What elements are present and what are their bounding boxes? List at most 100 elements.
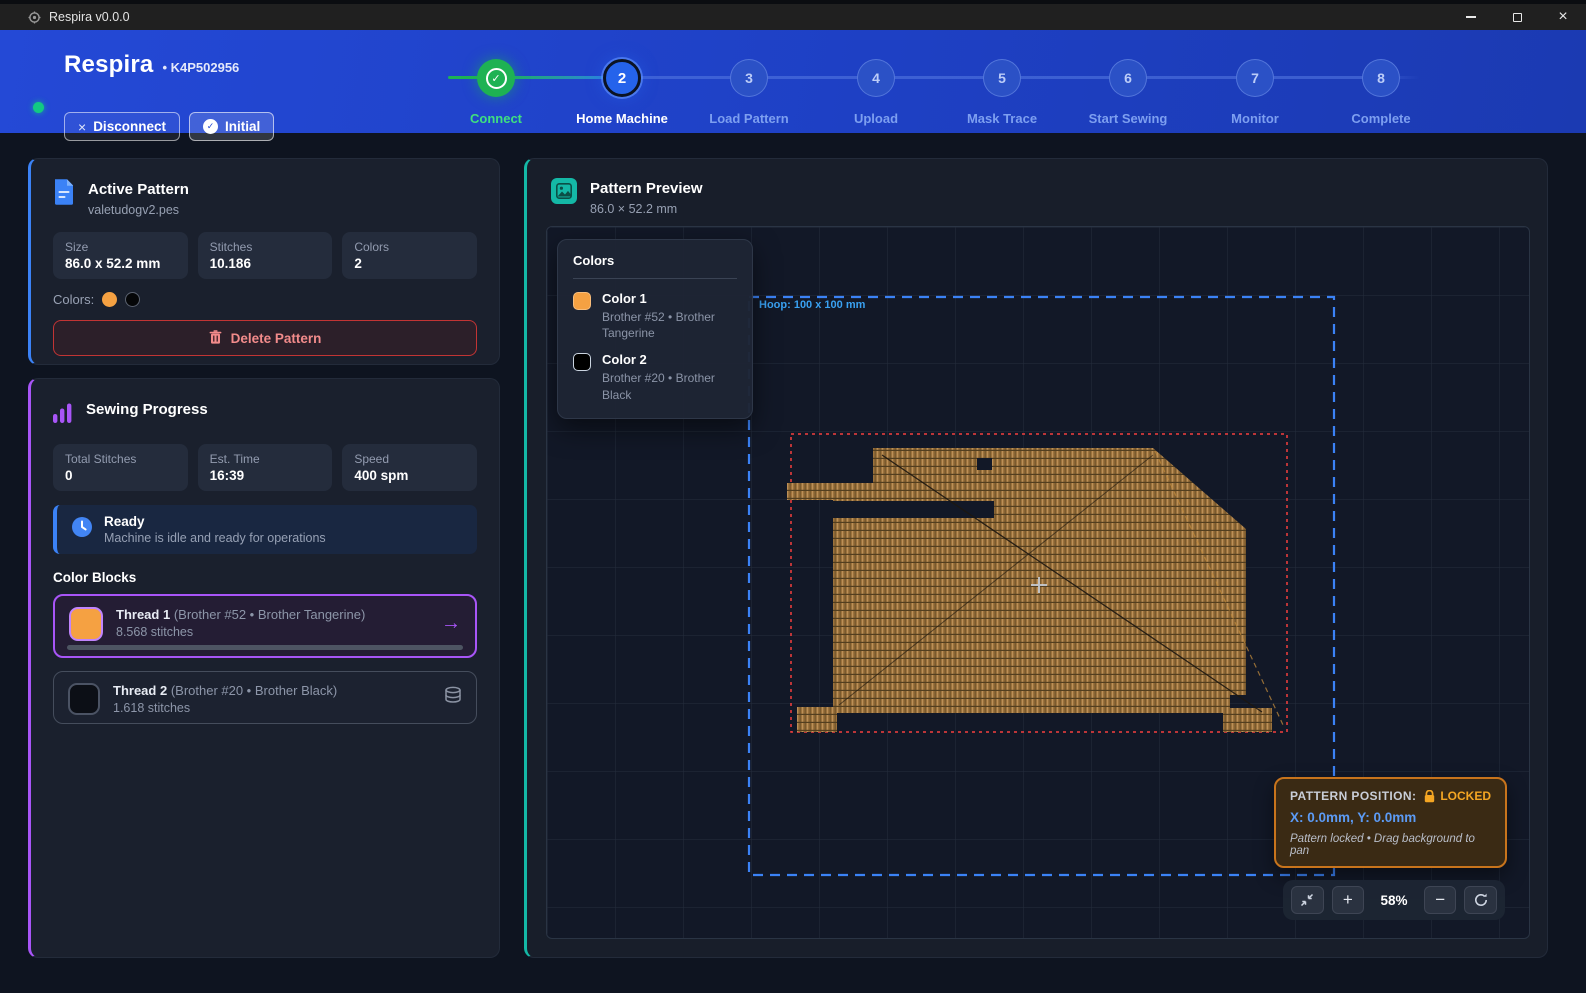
step-circle-monitor[interactable]: 7 — [1236, 59, 1274, 97]
connection-status-dot — [33, 102, 44, 113]
stat-value: 16:39 — [210, 468, 321, 483]
delete-pattern-button[interactable]: Delete Pattern — [53, 320, 477, 356]
color-1-name: Color 1 — [602, 291, 734, 306]
refresh-icon — [1473, 892, 1489, 908]
pattern-dimensions: 86.0 × 52.2 mm — [590, 202, 703, 216]
zoom-out-button[interactable]: − — [1424, 886, 1457, 914]
color-2-swatch — [573, 353, 591, 371]
pattern-colors-row: Colors: — [53, 292, 477, 307]
machine-status-box: Ready Machine is idle and ready for oper… — [53, 505, 477, 554]
active-pattern-card: Active Pattern valetudogv2.pes Size 86.0… — [28, 158, 500, 365]
step-circle-complete[interactable]: 8 — [1362, 59, 1400, 97]
minus-icon: − — [1435, 890, 1445, 910]
step-circle-home-machine[interactable]: 2 — [603, 59, 641, 97]
close-button[interactable]: × — [1540, 4, 1586, 30]
app-window: Respira v0.0.0 × Respira • K4P502956 × D… — [0, 0, 1586, 993]
stat-label: Size — [65, 240, 176, 254]
legend-divider — [573, 278, 737, 279]
position-coordinates: X: 0.0mm, Y: 0.0mm — [1290, 810, 1491, 825]
legend-title: Colors — [573, 253, 737, 268]
app-header: Respira • K4P502956 × Disconnect ✓ Initi… — [0, 30, 1586, 133]
step-label-mask-trace[interactable]: Mask Trace — [967, 111, 1037, 126]
reset-view-button[interactable] — [1464, 886, 1497, 914]
thread-2-detail: (Brother #20 • Brother Black) — [171, 683, 337, 698]
step-number: 3 — [745, 70, 753, 86]
step-label-connect[interactable]: Connect — [470, 111, 522, 126]
disconnect-label: Disconnect — [93, 119, 166, 134]
step-label-start-sewing[interactable]: Start Sewing — [1089, 111, 1168, 126]
bar-chart-icon — [53, 399, 73, 429]
pattern-stats: Size 86.0 x 52.2 mm Stitches 10.186 Colo… — [53, 232, 477, 279]
machine-serial: • K4P502956 — [162, 60, 239, 75]
stat-speed: Speed 400 spm — [342, 444, 477, 491]
color-2-detail: Brother #20 • Brother Black — [602, 370, 734, 402]
legend-item-color2: Color 2 Brother #20 • Brother Black — [573, 352, 737, 402]
brand-title: Respira — [64, 51, 153, 79]
step-label-load-pattern[interactable]: Load Pattern — [709, 111, 788, 126]
main-content: Active Pattern valetudogv2.pes Size 86.0… — [0, 133, 1586, 993]
workflow-stepper: ✓ 2 3 4 5 6 7 8 Connect Home Machine Loa… — [440, 59, 1450, 131]
step-label-home-machine[interactable]: Home Machine — [576, 111, 668, 126]
check-icon: ✓ — [486, 68, 507, 89]
step-label-upload[interactable]: Upload — [854, 111, 898, 126]
stat-label: Colors — [354, 240, 465, 254]
initial-check-icon: ✓ — [203, 119, 218, 134]
pattern-preview-panel: Pattern Preview 86.0 × 52.2 mm — [524, 158, 1548, 958]
step-number: 5 — [998, 70, 1006, 86]
stat-total-stitches: Total Stitches 0 — [53, 444, 188, 491]
preview-canvas[interactable]: Hoop: 100 x 100 mm Colors Color 1 Brothe… — [546, 226, 1530, 939]
minimize-icon — [1466, 16, 1476, 18]
thread-1-swatch — [69, 607, 103, 641]
step-circle-connect[interactable]: ✓ — [477, 59, 515, 97]
color-1-swatch — [573, 292, 591, 310]
legend-item-color1: Color 1 Brother #52 • Brother Tangerine — [573, 291, 737, 341]
stat-label: Est. Time — [210, 452, 321, 466]
color-2-name: Color 2 — [602, 352, 734, 367]
maximize-button[interactable] — [1494, 4, 1540, 30]
thread-1-detail: (Brother #52 • Brother Tangerine) — [174, 607, 365, 622]
thread-block-1[interactable]: Thread 1 (Brother #52 • Brother Tangerin… — [53, 594, 477, 658]
window-controls: × — [1448, 4, 1586, 30]
locked-label: LOCKED — [1440, 789, 1491, 803]
zoom-toolbar: + 58% − — [1283, 880, 1505, 920]
compress-icon — [1299, 892, 1315, 908]
app-icon — [27, 10, 41, 24]
stat-label: Stitches — [210, 240, 321, 254]
image-icon — [551, 178, 577, 204]
active-pattern-header: Active Pattern valetudogv2.pes — [53, 179, 477, 217]
progress-stats: Total Stitches 0 Est. Time 16:39 Speed 4… — [53, 444, 477, 491]
colors-legend: Colors Color 1 Brother #52 • Brother Tan… — [557, 239, 753, 419]
close-icon: × — [1558, 9, 1567, 25]
sewing-progress-header: Sewing Progress — [53, 399, 477, 429]
minimize-button[interactable] — [1448, 4, 1494, 30]
zoom-in-button[interactable]: + — [1332, 886, 1365, 914]
step-circle-mask-trace[interactable]: 5 — [983, 59, 1021, 97]
stat-size: Size 86.0 x 52.2 mm — [53, 232, 188, 279]
pattern-preview-title: Pattern Preview — [590, 178, 703, 197]
thread-1-name: Thread 1 — [116, 607, 170, 622]
fit-to-view-button[interactable] — [1291, 886, 1324, 914]
color-dot-orange — [102, 292, 117, 307]
plus-icon: + — [1343, 890, 1353, 910]
thread-2-stitches: 1.618 stitches — [113, 701, 337, 715]
zoom-level: 58% — [1372, 893, 1416, 908]
step-label-monitor[interactable]: Monitor — [1231, 111, 1279, 126]
thread-block-2[interactable]: Thread 2 (Brother #20 • Brother Black) 1… — [53, 671, 477, 724]
color-blocks-heading: Color Blocks — [53, 570, 477, 585]
maximize-icon — [1513, 13, 1522, 22]
thread-1-stitches: 8.568 stitches — [116, 625, 365, 639]
color-dot-black — [125, 292, 140, 307]
colors-label: Colors: — [53, 292, 94, 307]
step-number: 2 — [618, 70, 626, 87]
thread-1-progress-bar — [67, 645, 463, 650]
step-circle-upload[interactable]: 4 — [857, 59, 895, 97]
step-circle-load-pattern[interactable]: 3 — [730, 59, 768, 97]
pattern-preview-header: Pattern Preview 86.0 × 52.2 mm — [551, 178, 703, 216]
stat-est-time: Est. Time 16:39 — [198, 444, 333, 491]
position-hint: Pattern locked • Drag background to pan — [1290, 833, 1491, 857]
step-label-complete[interactable]: Complete — [1351, 111, 1410, 126]
locked-badge: LOCKED — [1424, 789, 1491, 803]
step-circle-start-sewing[interactable]: 6 — [1109, 59, 1147, 97]
status-title: Ready — [104, 514, 326, 529]
titlebar: Respira v0.0.0 × — [0, 4, 1586, 30]
